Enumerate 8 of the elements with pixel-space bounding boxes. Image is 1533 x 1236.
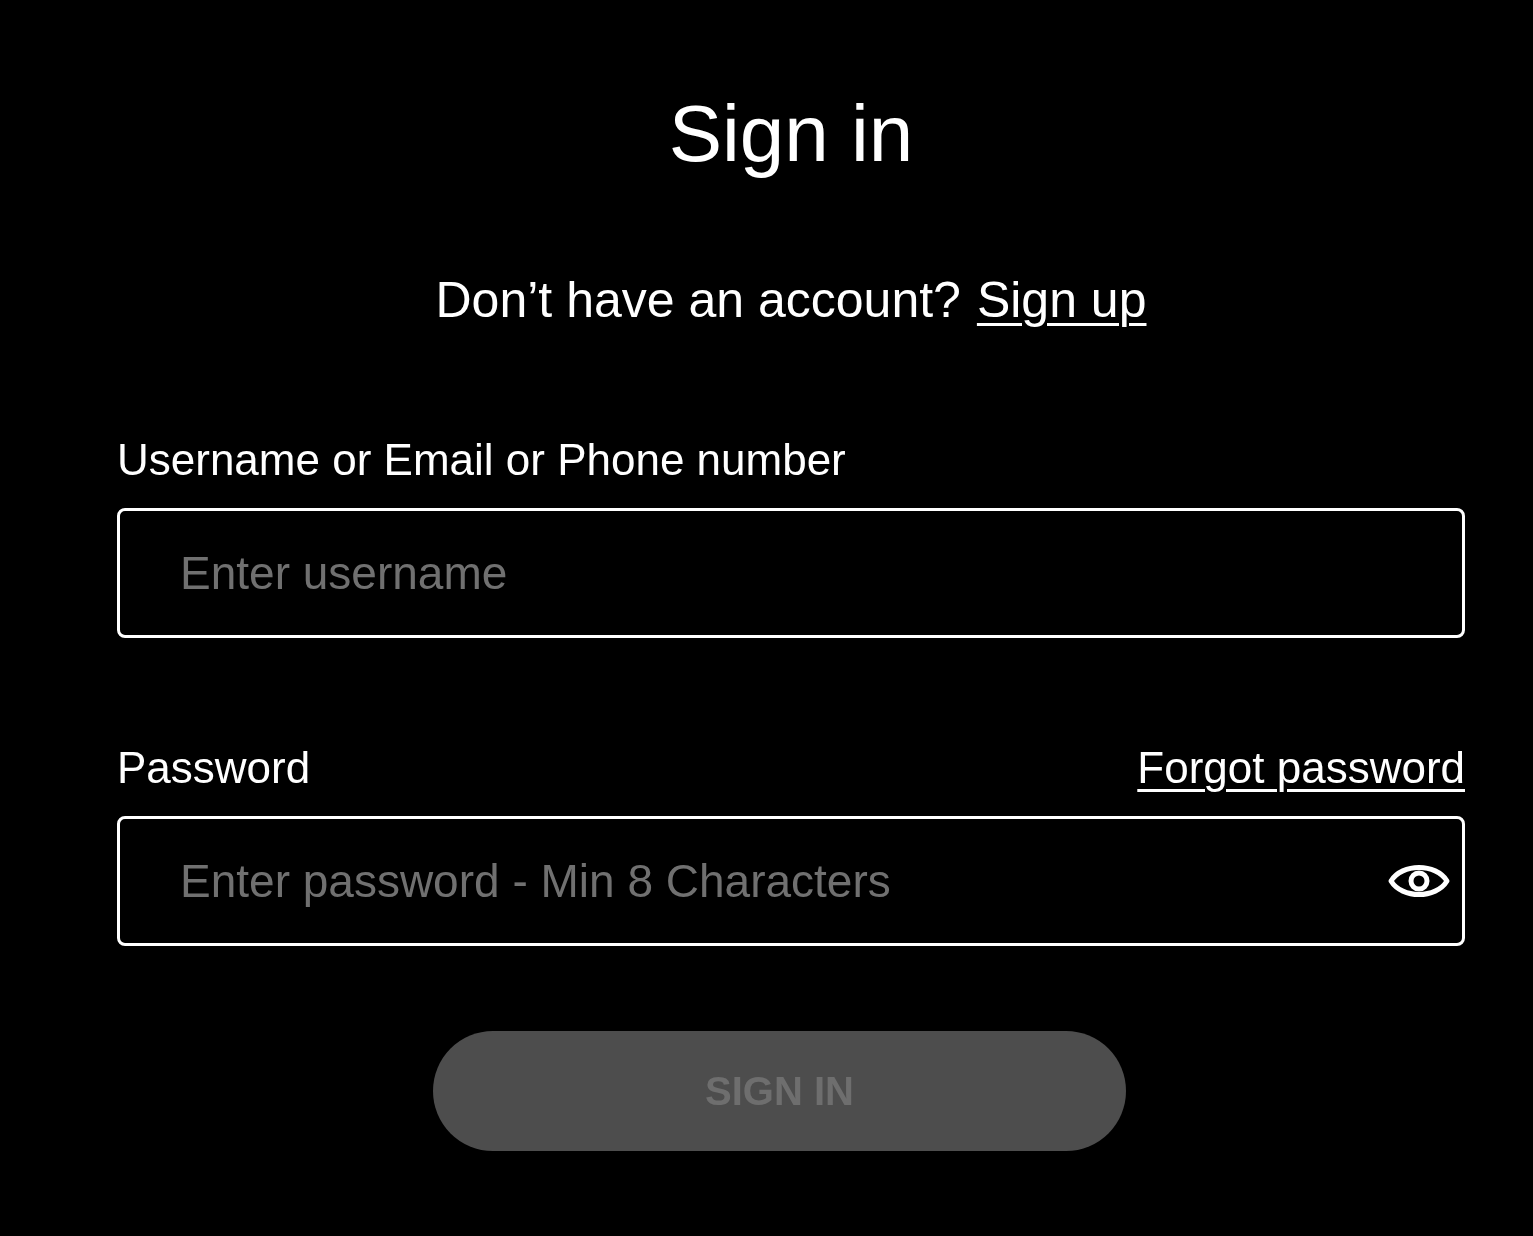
- forgot-password-link[interactable]: Forgot password: [1137, 742, 1465, 794]
- field-label: Username or Email or Phone number: [117, 434, 846, 486]
- password-field[interactable]: Enter password - Min 8 Characters: [117, 816, 1465, 946]
- signup-link[interactable]: Sign up: [976, 270, 1147, 330]
- page-title: Sign in: [668, 88, 914, 180]
- username-field[interactable]: Enter username: [117, 508, 1465, 638]
- signup-prompt: Don’t have an account?: [435, 271, 961, 330]
- field-label: Password: [117, 742, 311, 794]
